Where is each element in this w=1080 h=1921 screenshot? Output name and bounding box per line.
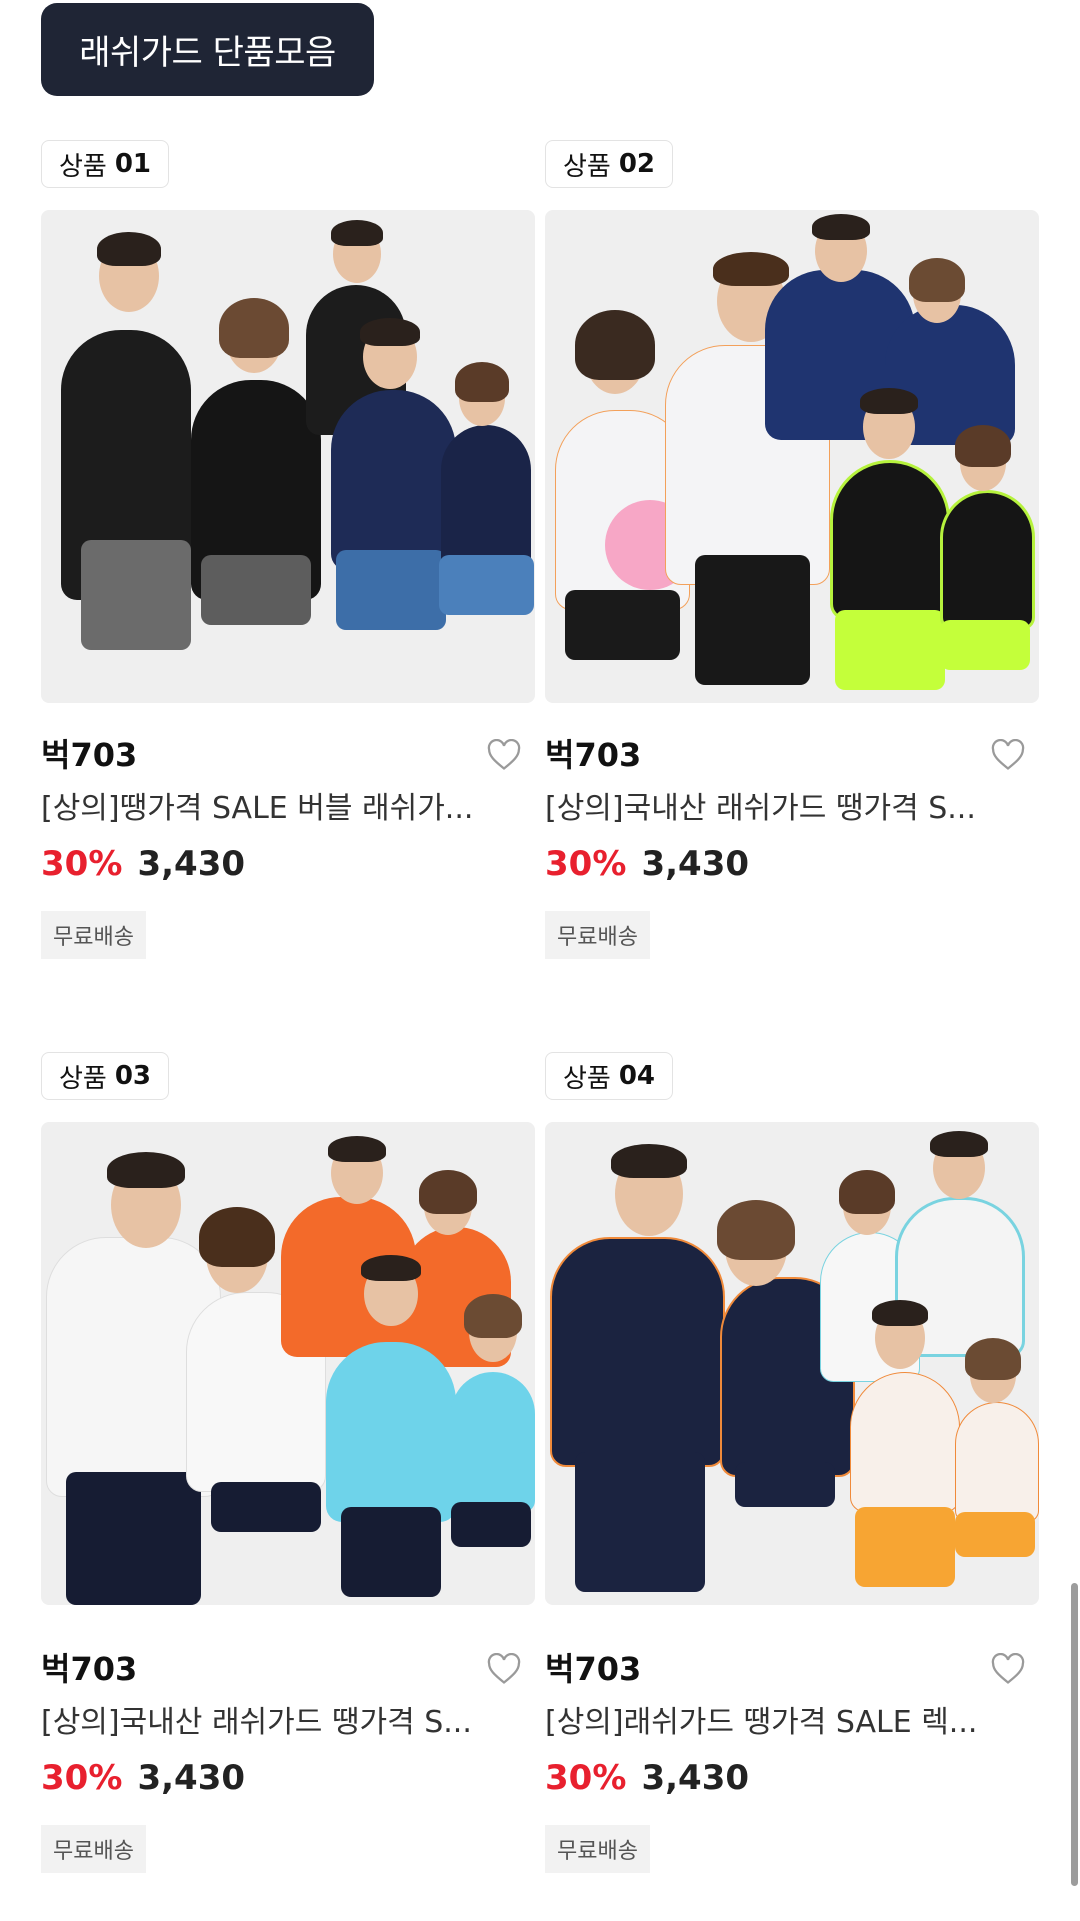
free-shipping-badge: 무료배송 <box>41 911 146 959</box>
rank-badge: 상품 04 <box>545 1052 674 1100</box>
free-shipping-badge: 무료배송 <box>545 911 650 959</box>
discount-rate: 30% <box>41 1758 123 1798</box>
product-image[interactable] <box>41 210 535 703</box>
rank-label: 상품 <box>59 1063 107 1094</box>
product-info: 벅703 [상의]땡가격 SALE 버블 래쉬가... 30% 3,430 무료… <box>41 735 535 959</box>
product-card-03[interactable]: 상품 03 벅703 [상의]국내산 래쉬가드 땡가격 S... 30% 3,4… <box>41 1052 535 1873</box>
rank-label: 상품 <box>563 1063 611 1094</box>
rank-badge: 상품 01 <box>41 140 170 188</box>
product-card-04[interactable]: 상품 04 벅703 [상의]래쉬가드 땡가격 SALE 렉... 30% 3,… <box>545 1052 1039 1873</box>
product-info: 벅703 [상의]래쉬가드 땡가격 SALE 렉... 30% 3,430 무료… <box>545 1649 1039 1873</box>
price-row: 30% 3,430 <box>41 843 535 885</box>
product-card-01[interactable]: 상품 01 벅703 [상의]땡가격 SALE 버블 래쉬가... 30% 3,… <box>41 140 535 959</box>
rank-number: 04 <box>618 1061 656 1091</box>
brand-name[interactable]: 벅703 <box>545 735 1039 775</box>
product-image[interactable] <box>41 1122 535 1605</box>
product-name[interactable]: [상의]국내산 래쉬가드 땡가격 S... <box>41 1703 481 1743</box>
product-image[interactable] <box>545 1122 1039 1605</box>
product-info: 벅703 [상의]국내산 래쉬가드 땡가격 S... 30% 3,430 무료배… <box>41 1649 535 1873</box>
rank-number: 02 <box>618 149 656 179</box>
rank-number: 03 <box>114 1061 152 1091</box>
rank-badge: 상품 02 <box>545 140 674 188</box>
heart-outline-icon[interactable] <box>991 739 1025 771</box>
price-row: 30% 3,430 <box>41 1757 535 1799</box>
heart-outline-icon[interactable] <box>487 739 521 771</box>
price-row: 30% 3,430 <box>545 843 1039 885</box>
product-image[interactable] <box>545 210 1039 703</box>
product-name[interactable]: [상의]땡가격 SALE 버블 래쉬가... <box>41 789 481 829</box>
sale-price: 3,430 <box>137 1758 246 1798</box>
discount-rate: 30% <box>545 844 627 884</box>
discount-rate: 30% <box>545 1758 627 1798</box>
section-title-button[interactable]: 래쉬가드 단품모음 <box>41 3 374 96</box>
brand-name[interactable]: 벅703 <box>545 1649 1039 1689</box>
product-name[interactable]: [상의]국내산 래쉬가드 땡가격 S... <box>545 789 985 829</box>
free-shipping-badge: 무료배송 <box>41 1825 146 1873</box>
sale-price: 3,430 <box>137 844 246 884</box>
product-info: 벅703 [상의]국내산 래쉬가드 땡가격 S... 30% 3,430 무료배… <box>545 735 1039 959</box>
rank-number: 01 <box>114 149 152 179</box>
page: 래쉬가드 단품모음 상품 01 벅703 [상의]땡가격 SALE 버블 래쉬가… <box>0 0 1080 1921</box>
sale-price: 3,430 <box>641 1758 750 1798</box>
heart-outline-icon[interactable] <box>991 1653 1025 1685</box>
price-row: 30% 3,430 <box>545 1757 1039 1799</box>
product-card-02[interactable]: 상품 02 벅703 [상의]국내산 래쉬가드 땡가격 S... 30% 3,4… <box>545 140 1039 959</box>
product-name[interactable]: [상의]래쉬가드 땡가격 SALE 렉... <box>545 1703 985 1743</box>
sale-price: 3,430 <box>641 844 750 884</box>
rank-badge: 상품 03 <box>41 1052 170 1100</box>
free-shipping-badge: 무료배송 <box>545 1825 650 1873</box>
heart-outline-icon[interactable] <box>487 1653 521 1685</box>
rank-label: 상품 <box>59 151 107 182</box>
rank-label: 상품 <box>563 151 611 182</box>
discount-rate: 30% <box>41 844 123 884</box>
scrollbar[interactable] <box>1071 1583 1078 1886</box>
brand-name[interactable]: 벅703 <box>41 1649 535 1689</box>
brand-name[interactable]: 벅703 <box>41 735 535 775</box>
